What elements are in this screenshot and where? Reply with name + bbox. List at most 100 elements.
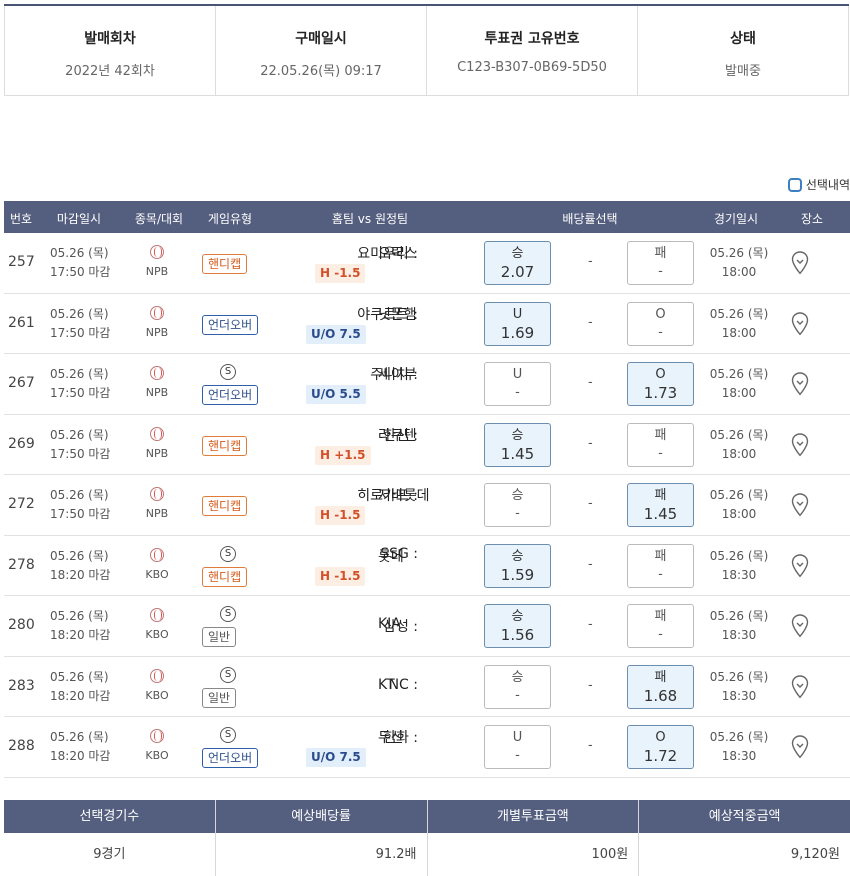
info-status: 상태 발매중 xyxy=(638,6,849,95)
summary-expected-win: 9,120원 xyxy=(790,847,840,862)
close-time: 18:20 마감 xyxy=(50,628,111,642)
summary-header-cell: 예상적중금액 xyxy=(708,809,781,824)
game-datetime: 05.26 (목) 18:30 xyxy=(707,607,771,645)
game-date: 05.26 (목) xyxy=(709,730,769,744)
game-time: 18:30 xyxy=(721,749,757,763)
odds-value: 1.56 xyxy=(500,626,535,644)
handicap-badge: U/O 5.5 xyxy=(306,385,366,404)
odds-label: 승 xyxy=(511,548,524,564)
table-row: 261 05.26 (목) 17:50 마감 NPB 언더오버 야쿠르트 : 닛폰햄 U/O … xyxy=(4,294,850,354)
baseball-icon xyxy=(150,245,164,259)
location-pin-icon[interactable] xyxy=(791,674,809,699)
odds-button-home[interactable]: 승 1.56 xyxy=(484,604,551,648)
selection-label: 선택내역 xyxy=(805,178,850,192)
odds-label: 패 xyxy=(654,427,667,443)
draw-placeholder: - xyxy=(588,617,593,632)
away-team: 롯데 xyxy=(378,548,404,565)
odds-button-away[interactable]: O 1.73 xyxy=(627,362,694,406)
handicap-badge: H +1.5 xyxy=(315,445,371,465)
odds-button-away[interactable]: O 1.72 xyxy=(627,725,694,769)
odds-button-home[interactable]: 승 2.07 xyxy=(484,241,551,285)
location-pin-icon[interactable] xyxy=(791,432,809,457)
close-time: 17:50 마감 xyxy=(50,507,111,521)
info-value: 발매중 xyxy=(725,64,761,79)
odds-button-home[interactable]: 승 1.45 xyxy=(484,422,551,467)
close-datetime: 05.26 (목) 18:20 마감 xyxy=(50,547,110,585)
odds-button-away[interactable]: 패- xyxy=(627,604,694,648)
close-time: 17:50 마감 xyxy=(50,265,111,279)
table-row: 280 05.26 (목) 18:20 마감 KBO S 일반 삼성 : KIA 승 1.56- 패… xyxy=(4,596,850,657)
info-value: 2022년 42회차 xyxy=(65,64,155,79)
table-row: 278 05.26 (목) 18:20 마감 KBO S 핸디캡 SSG : 롯데 H -1.5… xyxy=(4,536,850,596)
col-close-time: 마감일시 xyxy=(56,212,102,226)
location-pin-icon[interactable] xyxy=(791,614,809,638)
table-row: 288 05.26 (목) 18:20 마감 KBO S 언더오버 한화 : 두산 U/O 7.… xyxy=(4,717,850,778)
game-datetime: 05.26 (목) 18:30 xyxy=(707,728,771,766)
odds-button-home[interactable]: U- xyxy=(484,362,551,406)
odds-button-home[interactable]: U 1.69 xyxy=(484,301,551,346)
baseball-icon xyxy=(150,668,164,683)
close-time: 17:50 마감 xyxy=(50,325,111,340)
match-number: 267 xyxy=(8,375,35,391)
close-date: 05.26 (목) xyxy=(50,730,109,744)
close-datetime: 05.26 (목) 17:50 마감 xyxy=(50,426,110,464)
league-name: NPB xyxy=(145,265,169,278)
game-datetime: 05.26 (목) 18:00 xyxy=(707,305,771,343)
special-badge: S xyxy=(220,727,236,743)
close-date: 05.26 (목) xyxy=(50,367,109,381)
baseball-icon xyxy=(150,487,164,501)
game-datetime: 05.26 (목) 18:00 xyxy=(707,426,771,464)
game-datetime: 05.26 (목) 18:30 xyxy=(707,668,771,706)
odds-button-home[interactable]: 승 1.59 xyxy=(484,543,551,588)
odds-value: - xyxy=(658,324,663,340)
special-badge: S xyxy=(220,666,236,683)
location-pin-icon[interactable] xyxy=(791,251,809,275)
odds-button-away[interactable]: O- xyxy=(627,301,694,346)
odds-button-home[interactable]: 승- xyxy=(484,664,551,709)
odds-button-away[interactable]: 패- xyxy=(627,543,694,588)
odds-button-away[interactable]: 패 1.45 xyxy=(627,483,694,527)
odds-label: O xyxy=(655,730,666,745)
game-type-badge: 일반 xyxy=(202,687,237,708)
odds-label: U xyxy=(512,367,523,382)
odds-value: - xyxy=(658,566,663,582)
location-pin-icon[interactable] xyxy=(791,372,809,396)
odds-button-away[interactable]: 패- xyxy=(627,422,694,467)
location-pin-icon[interactable] xyxy=(791,311,809,336)
location-pin-icon[interactable] xyxy=(791,553,809,578)
close-time: 17:50 마감 xyxy=(50,446,111,461)
baseball-icon xyxy=(150,608,164,622)
odds-button-away[interactable]: 패- xyxy=(627,241,694,285)
location-pin-icon[interactable] xyxy=(791,493,809,517)
match-number: 261 xyxy=(8,314,35,331)
away-team: 두산 xyxy=(378,730,404,746)
odds-button-home[interactable]: 승- xyxy=(484,483,551,527)
col-venue: 장소 xyxy=(800,212,824,226)
selection-filter[interactable]: 선택내역 xyxy=(787,176,850,193)
close-date: 05.26 (목) xyxy=(50,246,109,260)
odds-label: 승 xyxy=(511,488,524,503)
away-team: 라쿠텐 xyxy=(378,427,417,444)
baseball-icon xyxy=(150,366,164,380)
league-name: NPB xyxy=(145,386,169,399)
table-row: 269 05.26 (목) 17:50 마감 NPB 핸디캡 한신 : 라쿠텐 H +1.5 승… xyxy=(4,415,850,475)
table-row: 267 05.26 (목) 17:50 마감 NPB S 언더오버 주니치 : 세이부 U/O … xyxy=(4,354,850,415)
selection-checkbox[interactable] xyxy=(787,177,802,192)
match-number: 272 xyxy=(8,496,35,512)
handicap-badge: H -1.5 xyxy=(315,566,366,586)
game-datetime: 05.26 (목) 18:00 xyxy=(707,486,771,524)
league-name: NPB xyxy=(145,446,169,460)
odds-button-home[interactable]: U- xyxy=(484,725,551,769)
away-team: KIA xyxy=(378,616,401,632)
odds-button-away[interactable]: 패 1.68 xyxy=(627,664,694,709)
summary-header-cell: 개별투표금액 xyxy=(428,800,640,833)
game-time: 18:00 xyxy=(721,265,757,279)
match-number: 280 xyxy=(8,617,35,633)
close-date: 05.26 (목) xyxy=(50,548,109,563)
info-value: C123-B307-0B69-5D50 xyxy=(457,60,607,75)
location-pin-icon[interactable] xyxy=(791,735,809,759)
draw-placeholder: - xyxy=(588,677,593,693)
odds-value: 1.72 xyxy=(643,747,678,765)
game-date: 05.26 (목) xyxy=(709,246,769,260)
game-date: 05.26 (목) xyxy=(709,427,769,442)
